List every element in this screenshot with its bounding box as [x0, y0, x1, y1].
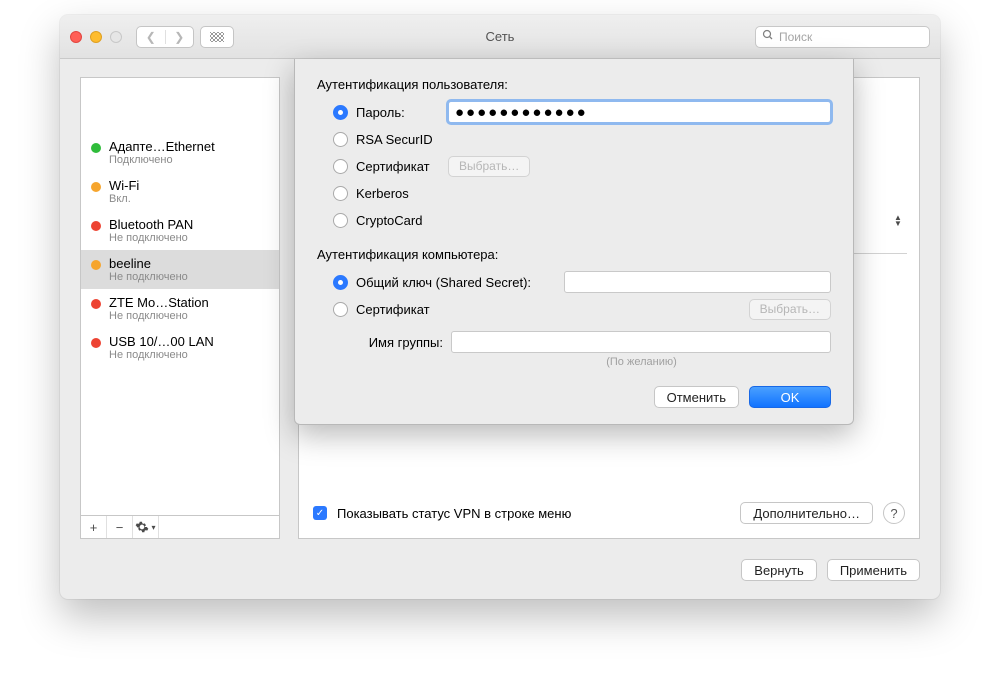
auth-rsa-radio[interactable] [333, 132, 348, 147]
shared-secret-radio[interactable] [333, 275, 348, 290]
machine-cert-row[interactable]: Сертификат Выбрать… [333, 297, 831, 321]
bottom-button-bar: Вернуть Применить [60, 559, 940, 599]
auth-cert-label: Сертификат [356, 159, 440, 174]
nav-back-icon[interactable]: ❮ [137, 30, 166, 44]
user-auth-heading: Аутентификация пользователя: [317, 77, 831, 92]
interface-list: Адапте…Ethernet Подключено Wi-Fi Вкл. Bl… [80, 77, 280, 516]
status-dot-icon [91, 338, 101, 348]
machine-cert-radio[interactable] [333, 302, 348, 317]
status-dot-icon [91, 260, 101, 270]
sidebar-item-beeline[interactable]: beeline Не подключено [81, 250, 279, 289]
auth-password-radio[interactable] [333, 105, 348, 120]
group-name-hint: (По желанию) [452, 356, 831, 368]
revert-button[interactable]: Вернуть [741, 559, 817, 581]
auth-kerberos-radio[interactable] [333, 186, 348, 201]
sidebar-item-bluetooth-pan[interactable]: Bluetooth PAN Не подключено [81, 211, 279, 250]
status-dot-icon [91, 221, 101, 231]
auth-rsa-row[interactable]: RSA SecurID [333, 127, 831, 151]
group-name-label: Имя группы: [333, 335, 443, 350]
group-name-row: Имя группы: [333, 331, 831, 353]
auth-cryptocard-label: CryptoCard [356, 213, 440, 228]
status-dot-icon [91, 182, 101, 192]
vpn-menu-checkbox-label: Показывать статус VPN в строке меню [337, 506, 571, 521]
vpn-footer-row: ✓ Показывать статус VPN в строке меню До… [299, 502, 919, 524]
minimize-window-button[interactable] [90, 31, 102, 43]
sidebar-item-ethernet[interactable]: Адапте…Ethernet Подключено [81, 133, 279, 172]
user-cert-select-button: Выбрать… [448, 156, 530, 177]
shared-secret-label: Общий ключ (Shared Secret): [356, 275, 556, 290]
nav-back-forward[interactable]: ❮ ❯ [136, 26, 194, 48]
network-preferences-window: ❮ ❯ Сеть Адапте…Ethernet Подключено [60, 15, 940, 599]
machine-cert-label: Сертификат [356, 302, 741, 317]
shared-secret-input[interactable] [564, 271, 831, 293]
titlebar: ❮ ❯ Сеть [60, 15, 940, 59]
add-interface-button[interactable]: + [81, 516, 107, 538]
auth-password-row[interactable]: Пароль: [333, 100, 831, 124]
auth-kerberos-label: Kerberos [356, 186, 440, 201]
status-dot-icon [91, 143, 101, 153]
sidebar-toolbar: + − ▾ [80, 516, 280, 539]
grid-icon [210, 32, 224, 42]
apply-button[interactable]: Применить [827, 559, 920, 581]
sidebar-item-usb-lan[interactable]: USB 10/…00 LAN Не подключено [81, 328, 279, 367]
auth-cert-row[interactable]: Сертификат Выбрать… [333, 154, 831, 178]
close-window-button[interactable] [70, 31, 82, 43]
auth-rsa-label: RSA SecurID [356, 132, 440, 147]
machine-cert-select-button: Выбрать… [749, 299, 831, 320]
auth-kerberos-row[interactable]: Kerberos [333, 181, 831, 205]
status-dot-icon [91, 299, 101, 309]
vpn-menu-checkbox[interactable]: ✓ [313, 506, 327, 520]
interface-actions-button[interactable]: ▾ [133, 516, 159, 538]
sidebar-item-wifi[interactable]: Wi-Fi Вкл. [81, 172, 279, 211]
auth-settings-sheet: Аутентификация пользователя: Пароль: RSA… [294, 59, 854, 425]
auth-cert-radio[interactable] [333, 159, 348, 174]
ok-button[interactable]: OK [749, 386, 831, 408]
network-sidebar: Адапте…Ethernet Подключено Wi-Fi Вкл. Bl… [80, 77, 280, 539]
shared-secret-row[interactable]: Общий ключ (Shared Secret): [333, 270, 831, 294]
cancel-button[interactable]: Отменить [654, 386, 739, 408]
window-controls [70, 31, 122, 43]
nav-forward-icon[interactable]: ❯ [166, 30, 194, 44]
search-input[interactable] [779, 30, 923, 44]
auth-cryptocard-row[interactable]: CryptoCard [333, 208, 831, 232]
auth-password-label: Пароль: [356, 105, 440, 120]
auth-cryptocard-radio[interactable] [333, 213, 348, 228]
zoom-window-button[interactable] [110, 31, 122, 43]
sheet-footer: Отменить OK [317, 386, 831, 408]
machine-auth-heading: Аутентификация компьютера: [317, 247, 831, 262]
search-icon [762, 29, 774, 44]
advanced-button[interactable]: Дополнительно… [740, 502, 873, 524]
show-all-prefs-button[interactable] [200, 26, 234, 48]
popup-stepper-icon[interactable]: ▲▼ [889, 210, 907, 232]
group-name-input[interactable] [451, 331, 831, 353]
chevron-down-icon: ▾ [151, 523, 155, 532]
password-input[interactable] [448, 101, 831, 123]
search-field[interactable] [755, 26, 930, 48]
sidebar-item-zte[interactable]: ZTE Mo…Station Не подключено [81, 289, 279, 328]
help-button[interactable]: ? [883, 502, 905, 524]
remove-interface-button[interactable]: − [107, 516, 133, 538]
